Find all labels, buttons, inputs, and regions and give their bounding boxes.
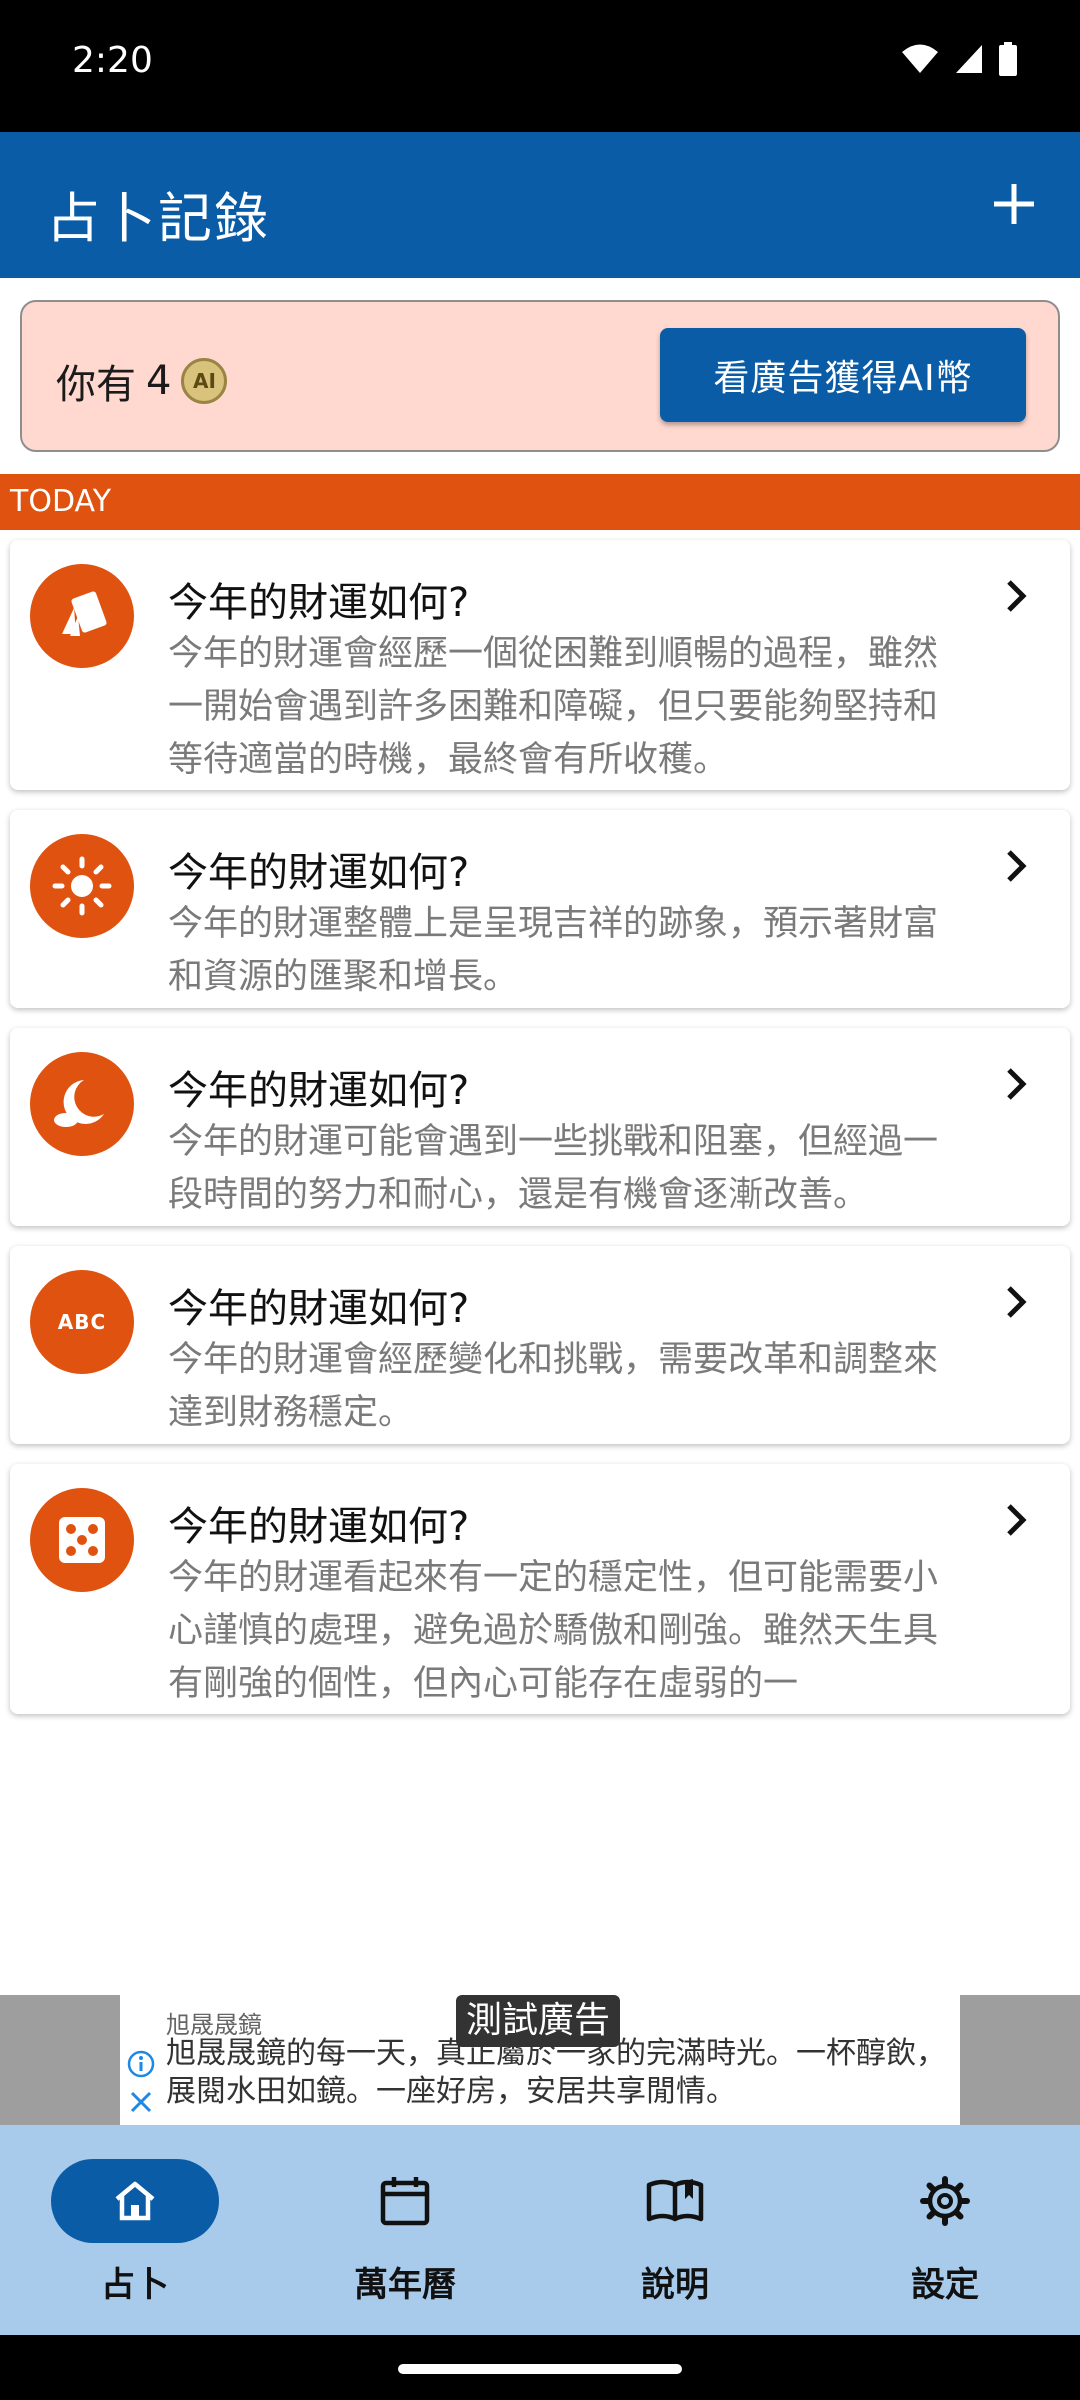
info-icon[interactable] bbox=[126, 2049, 156, 2079]
battery-icon bbox=[999, 42, 1017, 76]
book-icon bbox=[646, 2179, 704, 2222]
record-title: 今年的財運如何? bbox=[168, 850, 470, 896]
record-body: 今年的財運整體上是呈現吉祥的跡象，預示著財富和資源的匯聚和增長。 bbox=[168, 904, 939, 997]
dice-icon bbox=[30, 1488, 134, 1592]
coin-balance-box: 你有 4 AI 看廣告獲得AI幣 bbox=[20, 300, 1060, 452]
record-card[interactable]: 今年的財運如何? 今年的財運整體上是呈現吉祥的跡象，預示著財富和資源的匯聚和增長… bbox=[10, 810, 1070, 1008]
page-title: 占卜記錄 bbox=[46, 187, 270, 250]
record-card[interactable]: ABC 今年的財運如何? 今年的財運會經歷變化和挑戰，需要改革和調整來達到財務穩… bbox=[10, 1246, 1070, 1444]
sun-icon bbox=[30, 834, 134, 938]
nav-pill bbox=[861, 2159, 1029, 2243]
section-header-today: TODAY bbox=[0, 474, 1080, 530]
record-body: 今年的財運會經歷一個從困難到順暢的過程，雖然一開始會遇到許多困難和障礙，但只要能… bbox=[168, 634, 939, 780]
nav-item-help[interactable]: 說明 bbox=[540, 2125, 810, 2335]
cards-icon bbox=[30, 564, 134, 668]
abc-icon: ABC bbox=[30, 1270, 134, 1374]
nav-item-settings[interactable]: 設定 bbox=[810, 2125, 1080, 2335]
nav-label: 萬年曆 bbox=[354, 2265, 456, 2305]
gear-icon bbox=[920, 2176, 970, 2226]
record-title: 今年的財運如何? bbox=[168, 580, 470, 626]
nav-label: 說明 bbox=[641, 2265, 709, 2305]
record-card[interactable]: 今年的財運如何? 今年的財運可能會遇到一些挑戰和阻塞，但經過一段時間的努力和耐心… bbox=[10, 1028, 1070, 1226]
bottom-nav: 占卜 萬年曆 說明 設定 bbox=[0, 2125, 1080, 2335]
chevron-right-icon bbox=[1007, 1286, 1027, 1318]
record-title: 今年的財運如何? bbox=[168, 1286, 470, 1332]
coin-count: 4 bbox=[146, 358, 172, 404]
coin-prefix: 你有 bbox=[56, 362, 136, 408]
nav-pill bbox=[321, 2159, 489, 2243]
nav-label: 設定 bbox=[911, 2265, 979, 2305]
ai-coin-icon: AI bbox=[181, 358, 228, 404]
ad-label: 測試廣告 bbox=[456, 1995, 621, 2047]
record-title: 今年的財運如何? bbox=[168, 1068, 470, 1114]
record-card[interactable]: 今年的財運如何? 今年的財運會經歷一個從困難到順暢的過程，雖然一開始會遇到許多困… bbox=[10, 540, 1070, 790]
record-body: 今年的財運可能會遇到一些挑戰和阻塞，但經過一段時間的努力和耐心，還是有機會逐漸改… bbox=[168, 1122, 939, 1215]
nav-item-divination[interactable]: 占卜 bbox=[0, 2125, 270, 2335]
nav-active-indicator bbox=[51, 2159, 219, 2243]
signal-icon bbox=[956, 45, 982, 73]
ad-banner: 旭晟晟鏡 旭晟晟鏡的每一天，真正屬於一家的完滿時光。一杯醇飲，展閱水田如鏡。一座… bbox=[0, 1995, 1080, 2125]
nav-label: 占卜 bbox=[101, 2265, 169, 2305]
record-title: 今年的財運如何? bbox=[168, 1504, 470, 1550]
nav-pill bbox=[591, 2159, 759, 2243]
gesture-area bbox=[0, 2335, 1080, 2400]
nav-item-calendar[interactable]: 萬年曆 bbox=[270, 2125, 540, 2335]
abc-icon-text: ABC bbox=[57, 1310, 107, 1334]
status-icons bbox=[900, 42, 1018, 76]
coin-balance: 你有 4 AI bbox=[56, 352, 228, 410]
home-icon bbox=[115, 2181, 155, 2221]
plus-icon[interactable] bbox=[982, 172, 1046, 236]
record-card[interactable]: 今年的財運如何? 今年的財運看起來有一定的穩定性，但可能需要小心謹慎的處理，避免… bbox=[10, 1464, 1070, 1714]
chevron-right-icon bbox=[1007, 1068, 1027, 1100]
close-icon[interactable] bbox=[126, 2087, 156, 2117]
moon-icon bbox=[30, 1052, 134, 1156]
chevron-right-icon bbox=[1007, 850, 1027, 882]
status-bar: 2:20 bbox=[0, 0, 1080, 132]
calendar-icon bbox=[380, 2177, 430, 2226]
record-body: 今年的財運看起來有一定的穩定性，但可能需要小心謹慎的處理，避免過於驕傲和剛強。雖… bbox=[168, 1558, 939, 1704]
chevron-right-icon bbox=[1007, 1504, 1027, 1536]
record-body: 今年的財運會經歷變化和挑戰，需要改革和調整來達到財務穩定。 bbox=[168, 1340, 939, 1433]
home-gesture-handle[interactable] bbox=[398, 2364, 682, 2374]
wifi-icon bbox=[902, 44, 938, 73]
chevron-right-icon bbox=[1007, 580, 1027, 612]
app-bar: 占卜記錄 bbox=[0, 132, 1080, 278]
status-time: 2:20 bbox=[72, 40, 153, 81]
watch-ad-button[interactable]: 看廣告獲得AI幣 bbox=[660, 328, 1026, 422]
